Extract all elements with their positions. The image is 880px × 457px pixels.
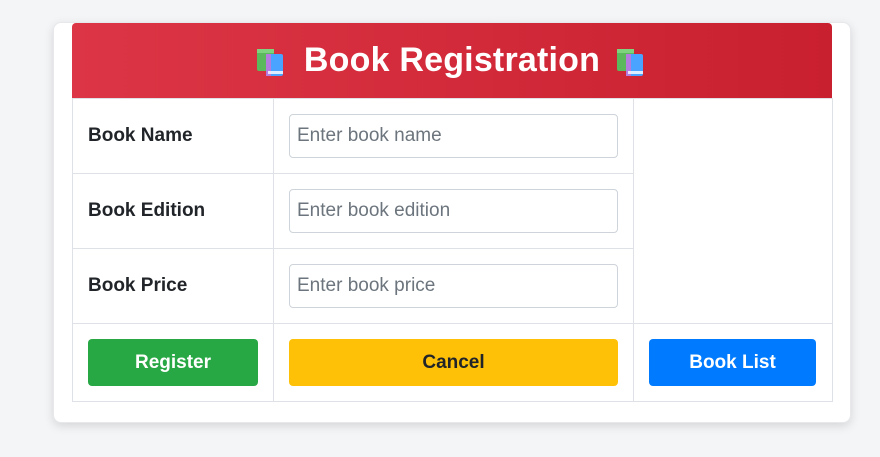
label-cell: Book Name bbox=[72, 98, 274, 174]
book-list-button[interactable]: Book List bbox=[649, 339, 816, 386]
book-price-label: Book Price bbox=[88, 275, 188, 296]
book-edition-input[interactable] bbox=[289, 189, 618, 233]
input-cell bbox=[273, 248, 634, 324]
form-actions-row: Register Cancel Book List bbox=[72, 323, 833, 402]
action-cell: Cancel bbox=[273, 323, 634, 402]
label-cell: Book Price bbox=[72, 248, 274, 324]
form-header: Book Registration bbox=[72, 23, 832, 98]
page-title: Book Registration bbox=[303, 41, 601, 79]
input-cell bbox=[273, 173, 634, 249]
empty-side-cell bbox=[633, 98, 833, 324]
book-name-input[interactable] bbox=[289, 114, 618, 158]
books-icon bbox=[254, 45, 290, 77]
action-cell: Register bbox=[72, 323, 274, 402]
book-edition-label: Book Edition bbox=[88, 200, 206, 221]
label-cell: Book Edition bbox=[72, 173, 274, 249]
action-cell: Book List bbox=[633, 323, 833, 402]
form-row-book-name: Book Name bbox=[72, 98, 833, 324]
registration-form-table: Book Name Book Edition Book Price Regist… bbox=[72, 98, 833, 402]
book-price-input[interactable] bbox=[289, 264, 618, 308]
books-icon bbox=[614, 45, 650, 77]
register-button[interactable]: Register bbox=[88, 339, 258, 386]
input-cell bbox=[273, 98, 634, 174]
cancel-button[interactable]: Cancel bbox=[289, 339, 618, 386]
book-name-label: Book Name bbox=[88, 125, 193, 146]
